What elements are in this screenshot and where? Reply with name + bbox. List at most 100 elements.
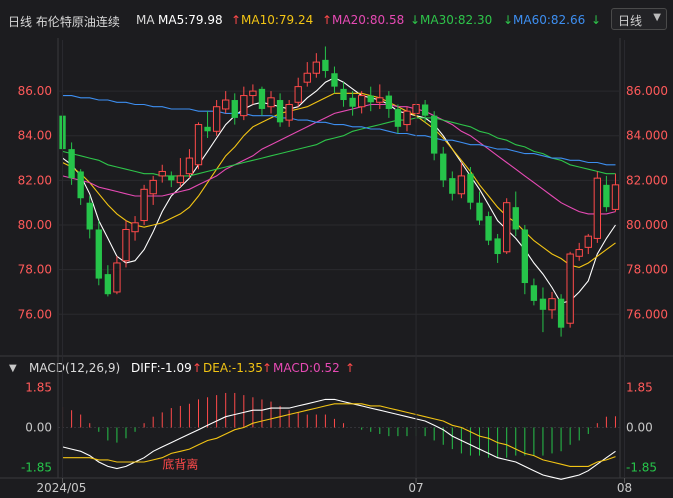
- kline-chart[interactable]: 86.00086.0084.00084.0082.00082.0080.0008…: [0, 0, 673, 498]
- candle: [503, 198, 511, 255]
- candle: [312, 53, 321, 78]
- candle: [113, 256, 121, 295]
- candle-body: [566, 253, 574, 324]
- candle: [231, 93, 238, 125]
- candle-body: [331, 73, 338, 87]
- candle: [376, 84, 384, 109]
- candle-body: [77, 171, 84, 199]
- candle-body: [512, 207, 519, 230]
- candle-body: [303, 72, 311, 83]
- macd-tick-left: 0.00: [25, 421, 52, 435]
- candle-body: [212, 106, 221, 132]
- candle: [530, 278, 538, 306]
- candle-body: [68, 149, 75, 179]
- candle: [584, 233, 592, 255]
- candle: [204, 111, 211, 138]
- price-tick-right: 78.000: [626, 263, 668, 277]
- price-tick-left: 76.00: [18, 307, 52, 321]
- candle-body: [149, 179, 157, 195]
- candle: [566, 251, 574, 328]
- candle-body: [258, 88, 266, 109]
- price-tick-left: 82.00: [18, 173, 52, 187]
- price-tick-left: 84.00: [18, 129, 52, 143]
- candle-body: [113, 262, 121, 293]
- candle-body: [575, 249, 583, 257]
- candle-body: [385, 95, 393, 109]
- price-tick-right: 76.000: [626, 307, 668, 321]
- candle: [267, 91, 275, 114]
- divergence-annotation: 底背离: [162, 456, 198, 471]
- candle-body: [431, 115, 438, 154]
- candle-body: [403, 110, 411, 126]
- candle-body: [485, 216, 492, 241]
- candle-body: [312, 61, 321, 74]
- candle: [168, 171, 175, 188]
- candle-body: [376, 97, 384, 103]
- candle: [258, 86, 266, 116]
- price-tick-left: 86.00: [18, 84, 52, 98]
- price-tick-right: 84.000: [626, 129, 668, 143]
- candle: [603, 175, 610, 212]
- candle: [431, 111, 438, 161]
- candle: [249, 84, 257, 105]
- candle: [367, 86, 374, 112]
- candle-body: [122, 228, 130, 262]
- candle: [77, 169, 84, 205]
- candle-body: [611, 184, 620, 210]
- candle: [440, 146, 447, 188]
- candle-body: [176, 175, 185, 184]
- candle-body: [367, 95, 374, 103]
- candle-body: [440, 153, 447, 181]
- candle: [303, 62, 311, 87]
- candle: [340, 82, 347, 107]
- candle-body: [548, 298, 556, 311]
- candle-body: [503, 202, 511, 253]
- candle: [349, 91, 356, 116]
- candle: [86, 196, 93, 239]
- candle-body: [294, 86, 302, 103]
- candle-body: [530, 285, 538, 301]
- candle: [331, 66, 338, 94]
- candle: [485, 211, 492, 246]
- candle: [593, 171, 602, 243]
- candle: [385, 91, 393, 118]
- candle: [194, 122, 203, 170]
- candle-body: [494, 238, 501, 255]
- candle-body: [603, 184, 610, 208]
- candle-body: [194, 124, 203, 166]
- candle-body: [168, 175, 175, 181]
- candle: [149, 175, 157, 205]
- candle-body: [240, 95, 248, 117]
- candle-body: [276, 100, 284, 123]
- candle: [240, 86, 248, 121]
- macd-tick-left: 1.85: [25, 381, 52, 395]
- candle: [539, 287, 547, 333]
- candle: [521, 225, 528, 295]
- candle-body: [394, 108, 402, 127]
- candle-body: [285, 103, 293, 121]
- candle-body: [231, 100, 238, 118]
- price-tick-right: 82.000: [626, 173, 668, 187]
- candle-body: [357, 95, 366, 108]
- candle: [222, 91, 230, 114]
- candle: [557, 294, 565, 337]
- candle-body: [476, 202, 483, 221]
- candle-body: [449, 178, 456, 194]
- macd-tick-right: 0.00: [626, 421, 653, 435]
- x-tick-label: 2024/05: [37, 481, 87, 495]
- x-tick-label: 08: [617, 481, 632, 495]
- candle-body: [131, 222, 139, 233]
- candle: [611, 173, 620, 212]
- candle-body: [185, 157, 194, 175]
- candle-body: [349, 97, 356, 107]
- ma30-line: [62, 117, 616, 177]
- candle-body: [593, 177, 602, 239]
- candle-body: [204, 126, 211, 132]
- macd-tick-right: -1.85: [626, 460, 657, 474]
- price-tick-left: 80.00: [18, 218, 52, 232]
- candle: [140, 184, 148, 226]
- macd-tick-right: 1.85: [626, 381, 653, 395]
- candle-body: [158, 170, 166, 177]
- candle: [457, 162, 466, 199]
- candle: [285, 100, 293, 127]
